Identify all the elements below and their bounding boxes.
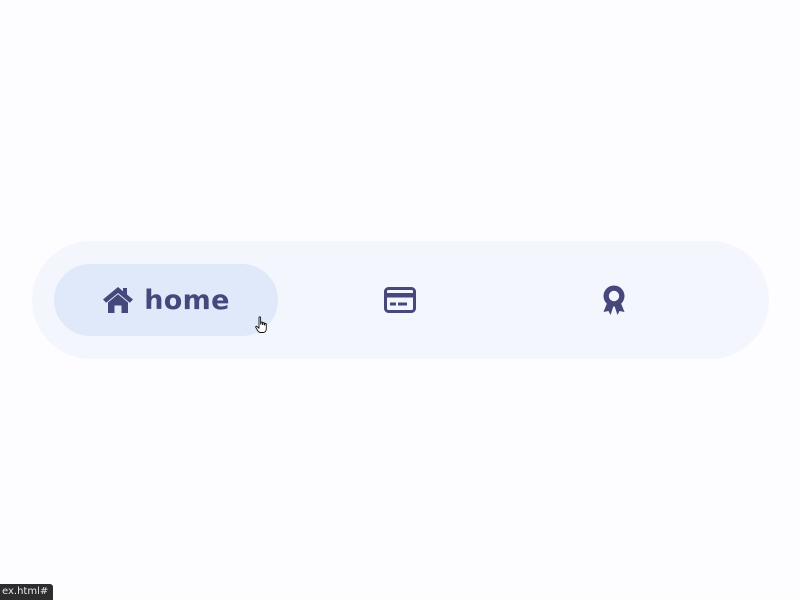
nav-item-award[interactable]: [546, 264, 682, 336]
bottom-nav-bar: home: [32, 241, 769, 359]
nav-item-home-label: home: [144, 284, 230, 316]
nav-item-home[interactable]: home: [54, 264, 278, 336]
credit-card-icon: [384, 287, 416, 313]
page: home ex.html#: [0, 0, 800, 600]
nav-item-card[interactable]: [332, 264, 468, 336]
status-bar-url: ex.html#: [0, 584, 54, 600]
award-icon: [602, 285, 626, 315]
hand-cursor-icon: [255, 316, 269, 334]
home-icon: [102, 286, 134, 314]
